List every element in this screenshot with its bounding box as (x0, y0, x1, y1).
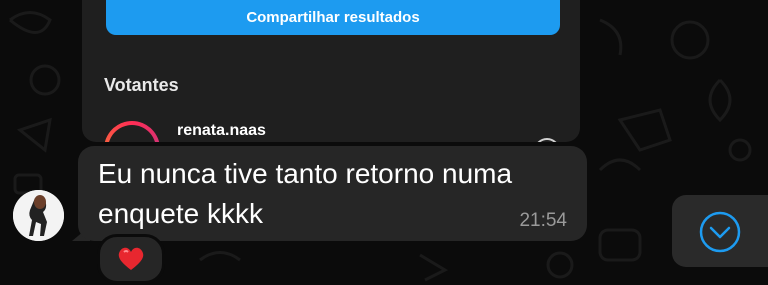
sender-avatar[interactable] (13, 190, 64, 241)
share-results-button[interactable]: Compartilhar resultados (106, 0, 560, 35)
vote-indicator-icon (534, 138, 560, 142)
voter-avatar (104, 121, 160, 142)
person-photo-icon (13, 190, 64, 241)
heart-icon (118, 247, 144, 270)
reaction-badge[interactable] (97, 234, 165, 284)
message-timestamp: 21:54 (519, 210, 567, 231)
message-bubble[interactable]: Eu nunca tive tanto retorno numa enquete… (78, 146, 587, 241)
chevron-down-circle-icon (699, 211, 741, 253)
scroll-to-bottom-button[interactable] (672, 195, 768, 267)
voter-row[interactable]: renata.naas (104, 118, 564, 142)
message-text: Eu nunca tive tanto retorno numa enquete… (98, 158, 513, 229)
voter-name: renata.naas (177, 122, 266, 139)
voters-heading: Votantes (104, 75, 179, 95)
poll-results-card: Compartilhar resultados Votantes renata.… (82, 0, 580, 142)
